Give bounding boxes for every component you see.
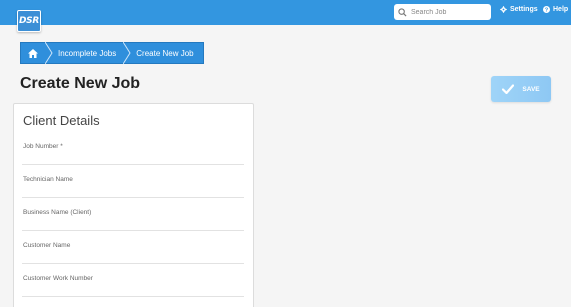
- breadcrumb-item-create-new-job: Create New Job: [136, 48, 194, 58]
- field-label: Business Name (Client): [23, 209, 92, 216]
- breadcrumb-item-incomplete-jobs[interactable]: Incomplete Jobs: [53, 49, 123, 58]
- logo-text: DSR: [19, 16, 39, 26]
- help-link[interactable]: ? Help: [543, 6, 568, 13]
- breadcrumb: Incomplete Jobs Create New Job: [20, 42, 204, 64]
- svg-text:?: ?: [545, 8, 549, 13]
- field-label: Technician Name: [23, 176, 73, 183]
- job-number-field[interactable]: Job Number *: [22, 141, 244, 165]
- search-input[interactable]: [411, 8, 489, 16]
- search-box[interactable]: [394, 4, 491, 20]
- save-label: SAVE: [522, 85, 540, 93]
- field-label: Customer Name: [23, 242, 71, 249]
- search-icon: [398, 7, 407, 17]
- settings-link[interactable]: Settings: [500, 6, 538, 13]
- customer-work-number-field[interactable]: Customer Work Number: [22, 273, 244, 297]
- breadcrumb-separator: [123, 42, 131, 64]
- settings-label: Settings: [510, 6, 538, 13]
- card-title: Client Details: [23, 113, 100, 128]
- help-icon: ?: [543, 6, 550, 13]
- business-name-field[interactable]: Business Name (Client): [22, 207, 244, 231]
- breadcrumb-separator: [45, 42, 53, 64]
- client-details-card: Client Details Job Number * Technician N…: [13, 103, 254, 307]
- help-label: Help: [553, 6, 569, 13]
- home-icon: [28, 48, 38, 58]
- app-logo[interactable]: DSR: [17, 10, 41, 32]
- top-navbar: Settings ? Help: [0, 0, 571, 25]
- field-label: Customer Work Number: [23, 275, 93, 282]
- page-title: Create New Job: [20, 75, 141, 92]
- save-button[interactable]: SAVE: [491, 76, 551, 102]
- technician-name-field[interactable]: Technician Name: [22, 174, 244, 198]
- field-label: Job Number *: [23, 143, 63, 150]
- check-icon: [502, 84, 515, 94]
- breadcrumb-home[interactable]: [21, 43, 45, 63]
- gear-icon: [500, 6, 507, 13]
- customer-name-field[interactable]: Customer Name: [22, 240, 244, 264]
